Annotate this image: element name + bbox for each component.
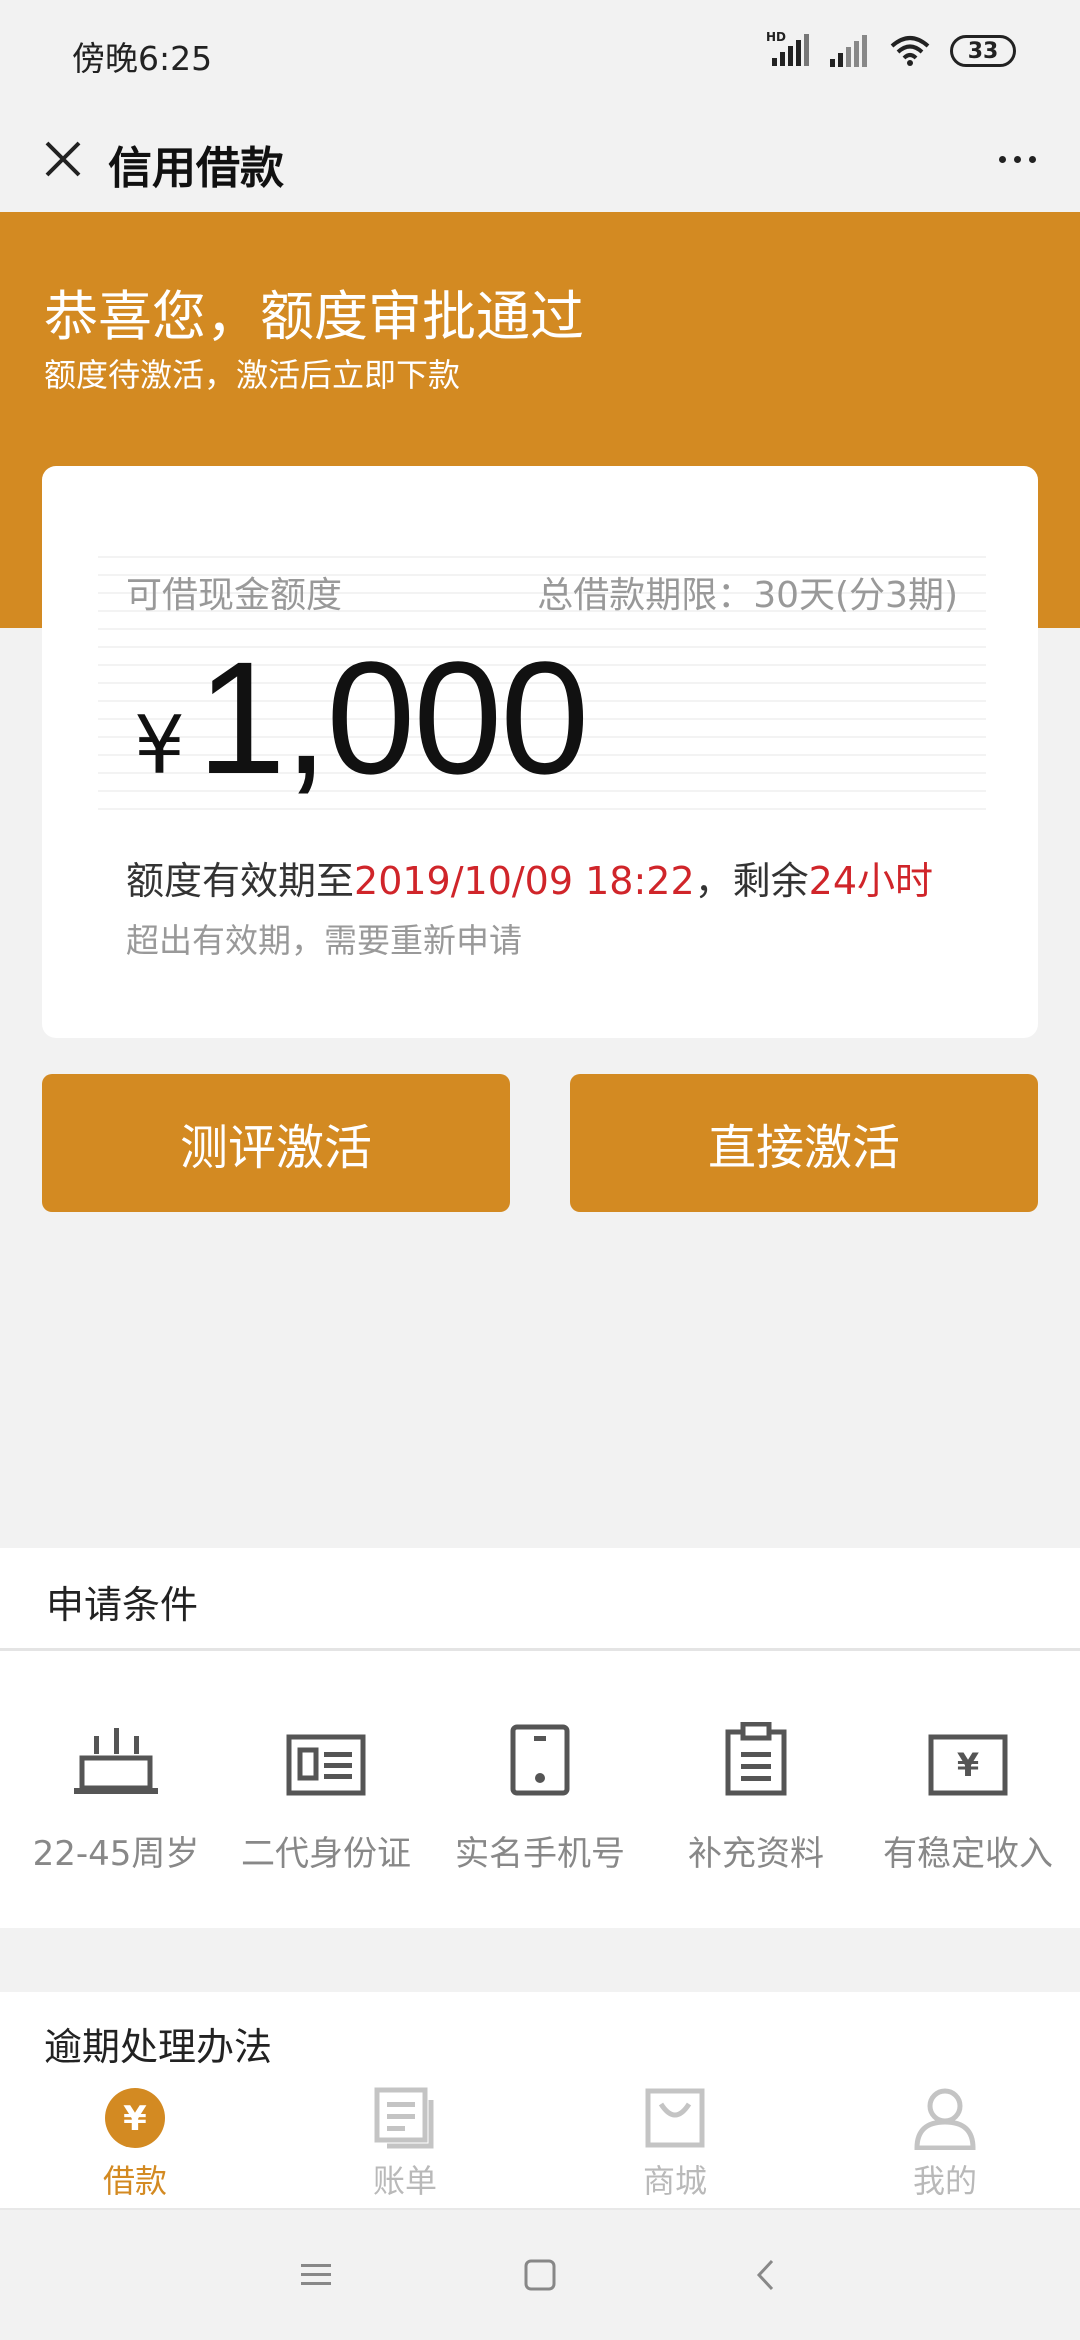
validity-mid: ，剩余 bbox=[694, 859, 809, 903]
back-icon bbox=[756, 2259, 774, 2291]
currency-symbol: ¥ bbox=[134, 699, 185, 792]
more-icon-dot bbox=[1028, 155, 1036, 163]
svg-text:¥: ¥ bbox=[957, 1746, 979, 1784]
condition-label: 补充资料 bbox=[688, 1834, 824, 1874]
status-bar: 傍晚6:25 HD 33 bbox=[0, 0, 1080, 108]
overdue-section[interactable]: 逾期处理办法 bbox=[0, 1992, 1080, 2092]
more-icon-dot bbox=[1013, 155, 1021, 163]
nav-bar: 信用借款 bbox=[0, 108, 1080, 212]
status-icons: HD 33 bbox=[766, 30, 1016, 68]
direct-activate-button[interactable]: 直接激活 bbox=[570, 1074, 1038, 1212]
signal-hd-icon: HD bbox=[766, 30, 810, 68]
more-icon bbox=[998, 155, 1006, 163]
conditions-title: 申请条件 bbox=[46, 1583, 199, 1627]
condition-phone: 实名手机号 bbox=[432, 1716, 648, 1875]
menu-button[interactable] bbox=[286, 2250, 346, 2300]
condition-documents: 补充资料 bbox=[648, 1716, 864, 1875]
tab-bar: ¥ 借款 账单 商城 我的 bbox=[0, 2078, 1080, 2210]
system-nav-bar bbox=[0, 2210, 1080, 2340]
validity-remaining: 24小时 bbox=[808, 859, 933, 903]
divider bbox=[0, 1648, 1080, 1651]
tab-profile[interactable]: 我的 bbox=[810, 2086, 1080, 2206]
home-button[interactable] bbox=[510, 2250, 570, 2300]
credit-limit-card: 可借现金额度 总借款期限：30天(分3期) ¥ 1,000 额度有效期至2019… bbox=[42, 466, 1038, 1038]
id-card-icon bbox=[218, 1716, 434, 1796]
validity-text: 额度有效期至2019/10/09 18:22，剩余24小时 bbox=[126, 850, 933, 905]
home-icon bbox=[524, 2259, 556, 2291]
menu-icon bbox=[301, 2264, 331, 2285]
tab-loan[interactable]: ¥ 借款 bbox=[0, 2086, 270, 2206]
tab-label: 账单 bbox=[372, 2162, 437, 2200]
condition-label: 22-45周岁 bbox=[32, 1834, 200, 1874]
page-title: 信用借款 bbox=[108, 143, 284, 194]
amount: ¥ 1,000 bbox=[134, 626, 589, 810]
amount-value: 1,000 bbox=[196, 628, 589, 807]
signal-icon bbox=[828, 35, 870, 67]
income-icon: ¥ bbox=[860, 1716, 1076, 1796]
back-button[interactable] bbox=[736, 2250, 796, 2300]
banner-subtitle: 额度待激活，激活后立即下款 bbox=[44, 356, 461, 394]
close-icon bbox=[45, 141, 81, 177]
battery-icon: 33 bbox=[950, 35, 1016, 67]
tab-label: 借款 bbox=[102, 2162, 167, 2200]
shop-icon bbox=[645, 2088, 705, 2148]
svg-text:¥: ¥ bbox=[123, 2099, 147, 2139]
profile-icon bbox=[914, 2088, 976, 2150]
condition-income: ¥ 有稳定收入 bbox=[860, 1716, 1076, 1875]
term-label: 总借款期限：30天(分3期) bbox=[537, 575, 958, 616]
more-button[interactable] bbox=[984, 126, 1050, 192]
clipboard-icon bbox=[648, 1716, 864, 1796]
close-button[interactable] bbox=[30, 126, 96, 192]
conditions-section: 申请条件 22-45周岁 二代身份证 实名手机号 补充资料 ¥ 有稳定收入 bbox=[0, 1548, 1080, 1928]
birthday-cake-icon bbox=[8, 1716, 224, 1796]
loan-icon: ¥ bbox=[105, 2088, 165, 2148]
validity-prefix: 额度有效期至 bbox=[126, 859, 355, 903]
eval-activate-button[interactable]: 测评激活 bbox=[42, 1074, 510, 1212]
tab-bill[interactable]: 账单 bbox=[270, 2086, 540, 2206]
phone-icon bbox=[432, 1716, 648, 1796]
wifi-icon bbox=[888, 34, 932, 68]
condition-id-card: 二代身份证 bbox=[218, 1716, 434, 1875]
condition-label: 二代身份证 bbox=[241, 1834, 411, 1874]
validity-date: 2019/10/09 18:22 bbox=[354, 859, 695, 903]
tab-shop[interactable]: 商城 bbox=[540, 2086, 810, 2206]
status-time: 傍晚6:25 bbox=[72, 39, 213, 78]
condition-label: 实名手机号 bbox=[455, 1834, 625, 1874]
bill-icon bbox=[374, 2087, 434, 2149]
condition-label: 有稳定收入 bbox=[883, 1834, 1053, 1874]
tab-label: 商城 bbox=[642, 2162, 707, 2200]
tab-label: 我的 bbox=[912, 2162, 977, 2200]
network-badge: HD bbox=[766, 30, 787, 44]
expire-note: 超出有效期，需要重新申请 bbox=[126, 921, 522, 960]
overdue-title: 逾期处理办法 bbox=[44, 2025, 273, 2069]
limit-label: 可借现金额度 bbox=[126, 575, 343, 616]
condition-age: 22-45周岁 bbox=[8, 1716, 224, 1875]
banner-title: 恭喜您，额度审批通过 bbox=[44, 285, 584, 348]
